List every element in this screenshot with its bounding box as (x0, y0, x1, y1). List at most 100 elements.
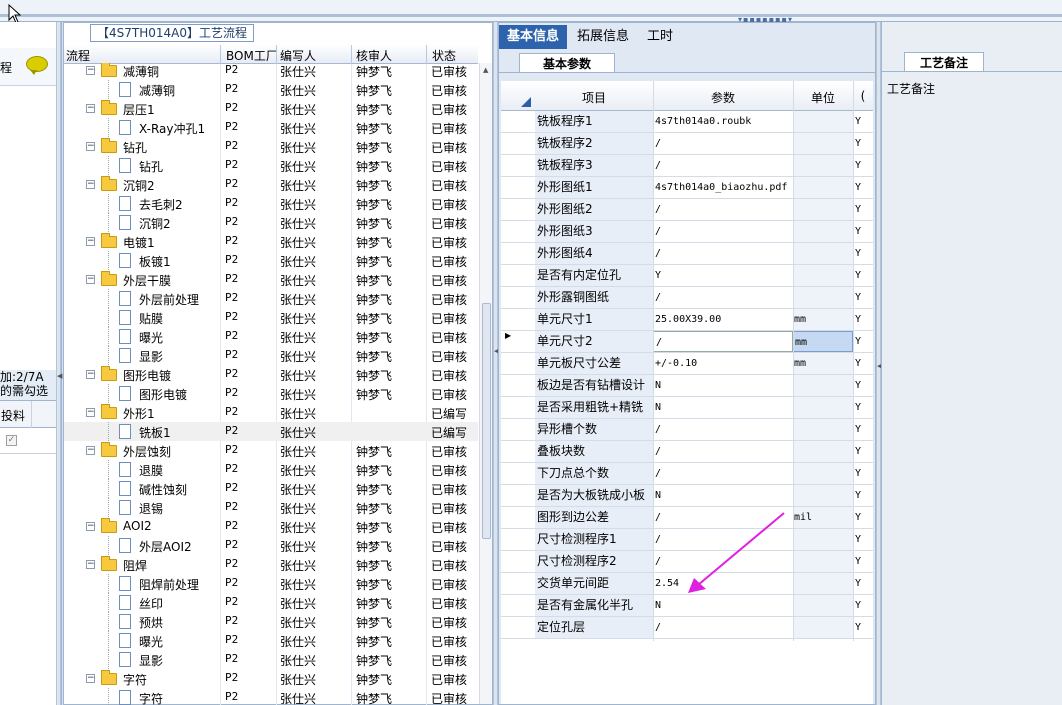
tree-row[interactable]: 曝光 P2 张仕兴 钟梦飞 已审核 (64, 631, 478, 650)
checkbox-icon[interactable]: ✓ (6, 435, 17, 446)
left-table-row[interactable]: ✓ (0, 428, 60, 454)
grid-cell-unit[interactable] (793, 177, 853, 198)
grid-cell-param[interactable]: / (653, 419, 793, 440)
grid-row[interactable]: 铣板程序1 4s7th014a0.roubk Y (501, 111, 873, 133)
grid-cell-flag[interactable]: Y (853, 353, 873, 374)
row-indicator[interactable] (501, 353, 535, 374)
grid-cell-flag[interactable]: Y (853, 573, 873, 594)
grid-cell-flag[interactable]: Y (853, 617, 873, 638)
grid-cell-unit[interactable] (793, 485, 853, 506)
row-indicator[interactable] (501, 309, 535, 330)
grid-cell-param[interactable]: N (653, 375, 793, 396)
grid-row[interactable]: 单元板尺寸公差 +/-0.10 mm Y (501, 353, 873, 375)
tree-row[interactable]: 退锡 P2 张仕兴 钟梦飞 已审核 (64, 498, 478, 517)
grid-cell-param[interactable]: / (653, 529, 793, 550)
grid-row[interactable]: 尺寸检测程序1/ Y (501, 529, 873, 551)
tree-row[interactable]: 外层前处理 P2 张仕兴 钟梦飞 已审核 (64, 289, 478, 308)
grid-cell-param[interactable]: / (653, 551, 793, 572)
grid-cell-param[interactable]: 4s7th014a0.roubk (653, 111, 793, 132)
scroll-up-icon[interactable]: ▲ (483, 66, 488, 74)
row-indicator[interactable] (501, 441, 535, 462)
tree-row[interactable]: 贴膜 P2 张仕兴 钟梦飞 已审核 (64, 308, 478, 327)
grid-row[interactable]: 单元尺寸1 25.00X39.00 mm Y (501, 309, 873, 331)
tree-row[interactable]: 板镀1 P2 张仕兴 钟梦飞 已审核 (64, 251, 478, 270)
tree-row[interactable]: − 沉铜2 P2 张仕兴 钟梦飞 已审核 (64, 175, 478, 194)
row-indicator[interactable] (501, 177, 535, 198)
tree-row[interactable]: − 阻焊 P2 张仕兴 钟梦飞 已审核 (64, 555, 478, 574)
grid-row[interactable]: 铣板程序2/ Y (501, 133, 873, 155)
grid-cell-flag[interactable]: Y (853, 485, 873, 506)
grid-cell-param[interactable]: +/-0.10 (653, 353, 793, 374)
grid-cell-param[interactable]: / (653, 617, 793, 638)
grid-row[interactable]: 外形图纸3/ Y (501, 221, 873, 243)
grid-cell-param[interactable]: 25.00X39.00 (653, 309, 793, 330)
grid-cell-unit[interactable] (793, 155, 853, 176)
left-splitter[interactable]: ◀ (56, 22, 62, 705)
grid-row[interactable]: 外形图纸2/ Y (501, 199, 873, 221)
grid-cell-param[interactable]: 4s7th014a0_biaozhu.pdf (653, 177, 793, 198)
grid-cell-param[interactable]: 2.54 (653, 573, 793, 594)
column-reviewer[interactable]: 核审人 (356, 47, 392, 64)
grid-cell-flag[interactable]: Y (853, 133, 873, 154)
tree-row[interactable]: − 钻孔 P2 张仕兴 钟梦飞 已审核 (64, 137, 478, 156)
grid-cell-param[interactable]: / (653, 133, 793, 154)
select-all-icon[interactable] (521, 97, 531, 107)
row-indicator[interactable] (501, 221, 535, 242)
grid-cell-param[interactable]: / (653, 287, 793, 308)
row-indicator[interactable] (501, 199, 535, 220)
grid-cell-flag[interactable]: Y (853, 331, 873, 352)
row-indicator[interactable] (501, 133, 535, 154)
tab-basic-info[interactable]: 基本信息 (499, 25, 568, 49)
grid-cell-unit[interactable] (793, 243, 853, 264)
grid-cell-flag[interactable]: Y (853, 419, 873, 440)
row-indicator[interactable] (501, 485, 535, 506)
grid-cell-unit[interactable] (793, 265, 853, 286)
tree-row[interactable]: 显影 P2 张仕兴 钟梦飞 已审核 (64, 650, 478, 669)
grid-cell-flag[interactable]: Y (853, 595, 873, 616)
grid-cell-unit[interactable] (793, 221, 853, 242)
collapse-icon[interactable]: − (86, 446, 95, 455)
comment-icon[interactable] (26, 56, 48, 75)
tab-basic-params[interactable]: 基本参数 (519, 53, 615, 73)
tree-row[interactable]: X-Ray冲孔1 P2 张仕兴 钟梦飞 已审核 (64, 118, 478, 137)
grid-row[interactable]: 外形图纸4/ Y (501, 243, 873, 265)
tree-row[interactable]: 外层AOI2 P2 张仕兴 钟梦飞 已审核 (64, 536, 478, 555)
tree-row[interactable]: 预烘 P2 张仕兴 钟梦飞 已审核 (64, 612, 478, 631)
grid-row[interactable]: ▶ 单元尺寸2/mm Y (501, 331, 873, 353)
collapse-icon[interactable]: − (86, 275, 95, 284)
row-indicator[interactable] (501, 463, 535, 484)
grid-cell-unit[interactable] (793, 397, 853, 418)
grid-cell-flag[interactable]: Y (853, 375, 873, 396)
column-extra[interactable]: ( (853, 89, 873, 103)
collapse-icon[interactable]: − (86, 180, 95, 189)
grid-cell-param[interactable]: N (653, 397, 793, 418)
grid-cell-unit[interactable] (793, 463, 853, 484)
tree-row[interactable]: − 减薄铜 P2 张仕兴 钟梦飞 已审核 (64, 63, 478, 80)
row-indicator[interactable]: ▶ (501, 331, 535, 352)
grid-cell-unit[interactable] (793, 441, 853, 462)
grid-cell-flag[interactable]: Y (853, 265, 873, 286)
grid-row[interactable]: 是否有内定位孔 Y Y (501, 265, 873, 287)
grid-cell-unit[interactable] (793, 573, 853, 594)
column-unit[interactable]: 单位 (793, 89, 853, 106)
column-item[interactable]: 项目 (535, 89, 653, 106)
tree-row[interactable]: − 外形1 P2 张仕兴 已编写 (64, 403, 478, 422)
grid-cell-flag[interactable]: Y (853, 221, 873, 242)
grid-cell-flag[interactable]: Y (853, 529, 873, 550)
row-indicator[interactable] (501, 155, 535, 176)
grid-cell-flag[interactable]: Y (853, 111, 873, 132)
grid-cell-unit[interactable] (793, 287, 853, 308)
grid-cell-flag[interactable]: Y (853, 441, 873, 462)
grid-cell-flag[interactable]: Y (853, 155, 873, 176)
grid-cell-unit[interactable] (793, 111, 853, 132)
collapse-icon[interactable]: − (86, 66, 95, 75)
grid-cell-unit[interactable]: mil (793, 507, 853, 528)
row-indicator[interactable] (501, 617, 535, 638)
tree-row[interactable]: − 电镀1 P2 张仕兴 钟梦飞 已审核 (64, 232, 478, 251)
grid-cell-flag[interactable]: Y (853, 397, 873, 418)
grid-row[interactable]: 铣板程序3/ Y (501, 155, 873, 177)
grid-row[interactable]: 是否为大板铣成小板 N Y (501, 485, 873, 507)
tree-row[interactable]: − 层压1 P2 张仕兴 钟梦飞 已审核 (64, 99, 478, 118)
grid-cell-param[interactable]: / (653, 507, 793, 528)
grid-row[interactable]: 下刀点总个数 / Y (501, 463, 873, 485)
